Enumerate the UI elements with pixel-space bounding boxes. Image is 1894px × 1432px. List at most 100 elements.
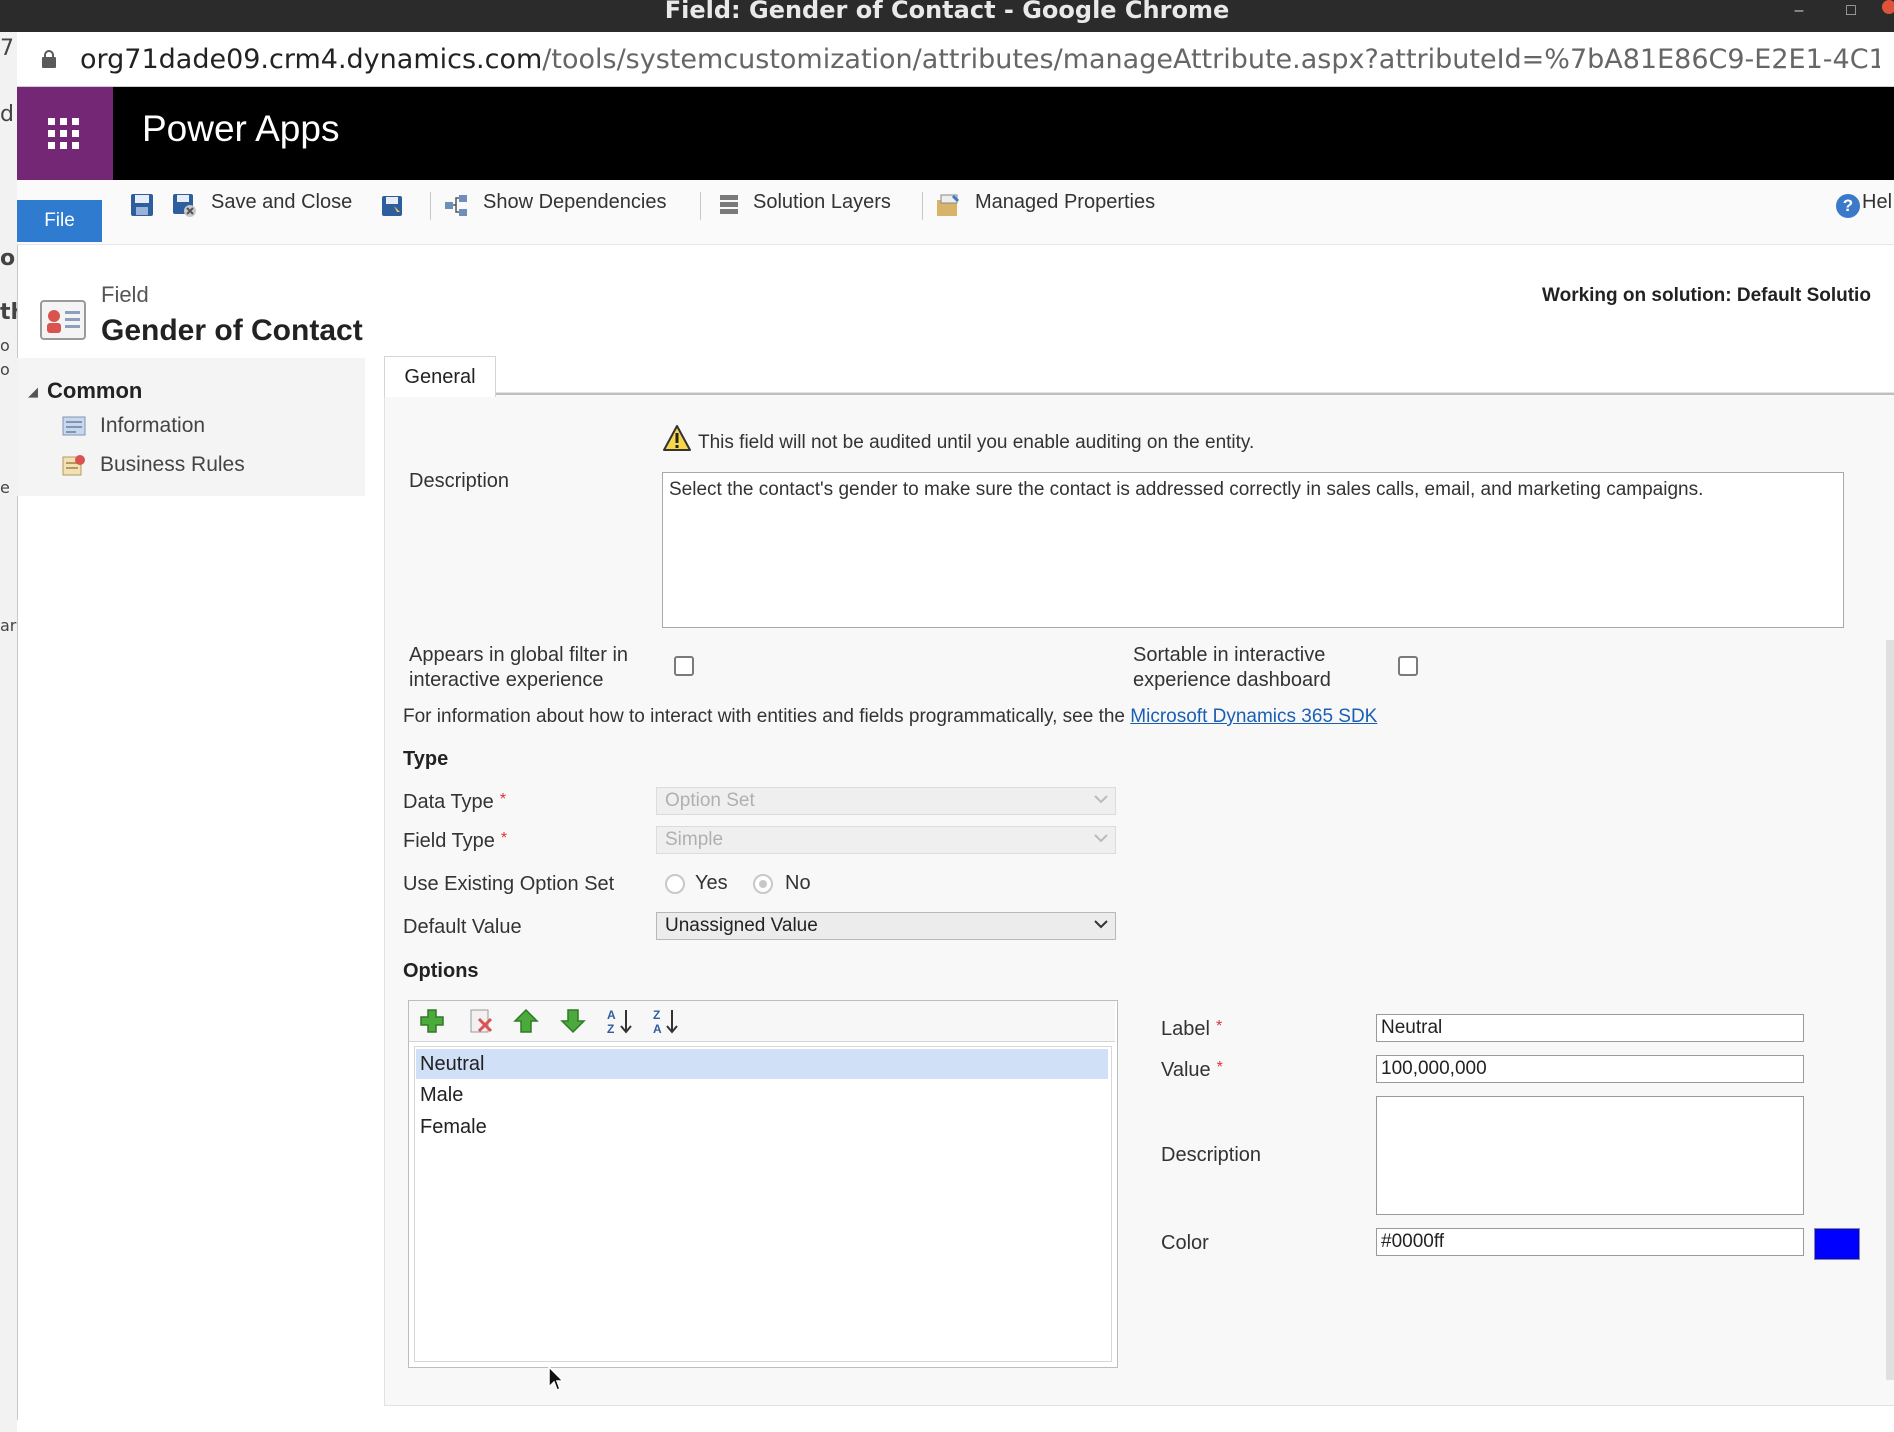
global-filter-checkbox[interactable] — [674, 656, 694, 676]
option-description-textarea[interactable] — [1376, 1096, 1804, 1215]
strip-fragment: o — [0, 336, 10, 355]
strip-fragment: d — [0, 102, 14, 127]
add-option-icon[interactable] — [418, 1007, 446, 1035]
help-icon[interactable]: ? — [1836, 194, 1860, 218]
mouse-cursor-icon — [548, 1365, 565, 1391]
tab-general[interactable]: General — [384, 356, 496, 397]
file-tab[interactable]: File — [17, 200, 102, 242]
option-label-label: Label * — [1161, 1018, 1222, 1041]
nav-group-common[interactable]: Common — [47, 378, 142, 404]
help-button[interactable]: Hel — [1862, 191, 1892, 214]
description-textarea[interactable]: Select the contact's gender to make sure… — [662, 472, 1844, 628]
default-value-label: Default Value — [403, 916, 522, 938]
default-value-select[interactable]: Unassigned Value — [656, 912, 1116, 940]
use-existing-no-radio — [753, 874, 773, 894]
solution-layers-button[interactable]: Solution Layers — [753, 191, 891, 214]
field-type-label-text: Field Type — [403, 830, 495, 852]
description-label: Description — [409, 470, 510, 492]
option-value-input[interactable] — [1376, 1055, 1804, 1083]
ribbon-separator — [430, 192, 431, 220]
move-up-icon[interactable] — [512, 1007, 540, 1035]
field-type-label: Field Type * — [403, 830, 507, 853]
save-icon[interactable] — [129, 192, 155, 218]
ribbon-separator — [700, 192, 701, 220]
url-text[interactable]: org71dade09.crm4.dynamics.com/tools/syst… — [80, 42, 1880, 78]
svg-text:A: A — [607, 1008, 616, 1022]
yes-label: Yes — [695, 872, 728, 894]
list-item[interactable]: Female — [416, 1112, 1108, 1142]
nav-item-information[interactable]: Information — [100, 414, 205, 438]
sortable-checkbox[interactable] — [1398, 656, 1418, 676]
maximize-button[interactable]: □ — [1838, 2, 1864, 24]
list-item[interactable]: Male — [416, 1080, 1108, 1110]
save-and-close-button[interactable]: Save and Close — [211, 191, 352, 214]
global-filter-label: Appears in global filter in interactive … — [409, 643, 628, 693]
type-section-title: Type — [403, 748, 449, 770]
sort-ascending-icon[interactable]: A Z — [606, 1007, 634, 1035]
color-swatch[interactable] — [1814, 1228, 1860, 1260]
option-label-input[interactable] — [1376, 1014, 1804, 1042]
required-indicator: * — [499, 791, 507, 808]
sdk-link[interactable]: Microsoft Dynamics 365 SDK — [1130, 706, 1377, 727]
default-value-text: Unassigned Value — [665, 915, 818, 936]
strip-fragment: th — [0, 300, 17, 325]
no-label: No — [785, 872, 811, 894]
minimize-button[interactable]: – — [1786, 2, 1812, 24]
page-title: Gender of Contact — [101, 314, 363, 347]
chevron-down-icon — [1094, 920, 1108, 929]
app-title[interactable]: Power Apps — [142, 108, 339, 150]
global-filter-label-line1: Appears in global filter in — [409, 644, 629, 666]
delete-option-icon[interactable] — [467, 1007, 495, 1035]
sort-descending-icon[interactable]: Z A — [652, 1007, 680, 1035]
tab-underline — [384, 393, 1894, 395]
warning-icon — [663, 425, 691, 451]
move-down-icon[interactable] — [559, 1007, 587, 1035]
business-rules-icon — [62, 455, 85, 476]
sortable-label: Sortable in interactive experience dashb… — [1133, 643, 1331, 693]
url-path: /tools/systemcustomization/attributes/ma… — [542, 44, 1880, 75]
window-title: Field: Gender of Contact - Google Chrome — [664, 0, 1230, 24]
option-description-label: Description — [1161, 1144, 1262, 1166]
header-kicker: Field — [101, 282, 149, 307]
lock-icon — [42, 50, 56, 68]
svg-text:Z: Z — [653, 1008, 660, 1022]
global-filter-label-line2: interactive experience — [409, 669, 604, 691]
option-color-input[interactable] — [1376, 1228, 1804, 1256]
svg-text:A: A — [653, 1022, 662, 1035]
save-as-icon[interactable] — [379, 192, 405, 218]
data-type-select: Option Set — [656, 787, 1116, 815]
waffle-icon — [48, 118, 80, 150]
ribbon-separator — [922, 192, 923, 220]
option-value-text: Value — [1161, 1059, 1211, 1081]
options-section-title: Options — [403, 960, 479, 982]
strip-fragment: ar — [0, 616, 17, 635]
sortable-label-line1: Sortable in interactive — [1133, 644, 1326, 666]
required-indicator: * — [500, 830, 508, 847]
svg-text:Z: Z — [607, 1022, 614, 1035]
solution-layers-icon[interactable] — [716, 192, 742, 218]
save-and-close-icon[interactable] — [171, 192, 197, 218]
managed-properties-button[interactable]: Managed Properties — [975, 191, 1155, 214]
field-type-select: Simple — [656, 826, 1116, 854]
option-value-label: Value * — [1161, 1059, 1223, 1082]
required-indicator: * — [1216, 1059, 1223, 1076]
show-dependencies-button[interactable]: Show Dependencies — [483, 191, 666, 214]
field-type-value: Simple — [665, 829, 724, 850]
strip-fragment: 7 — [0, 36, 14, 61]
managed-properties-icon[interactable] — [935, 192, 961, 218]
nav-item-business-rules[interactable]: Business Rules — [100, 453, 245, 477]
chevron-down-icon — [1094, 795, 1108, 804]
page-bottom — [17, 1420, 1894, 1432]
data-type-label-text: Data Type — [403, 791, 494, 813]
form-scrollbar[interactable] — [1886, 640, 1894, 1380]
sdk-info-prefix: For information about how to interact wi… — [403, 706, 1131, 727]
collapse-caret-icon[interactable]: ◢ — [28, 384, 38, 400]
list-item[interactable]: Neutral — [416, 1049, 1108, 1079]
show-dependencies-icon[interactable] — [443, 192, 469, 218]
use-existing-yes-radio — [665, 874, 685, 894]
sortable-label-line2: experience dashboard — [1133, 669, 1331, 691]
audit-warning: This field will not be audited until you… — [698, 432, 1255, 453]
strip-fragment: e — [0, 478, 10, 497]
option-color-label: Color — [1161, 1232, 1209, 1254]
close-button[interactable] — [1882, 0, 1894, 14]
